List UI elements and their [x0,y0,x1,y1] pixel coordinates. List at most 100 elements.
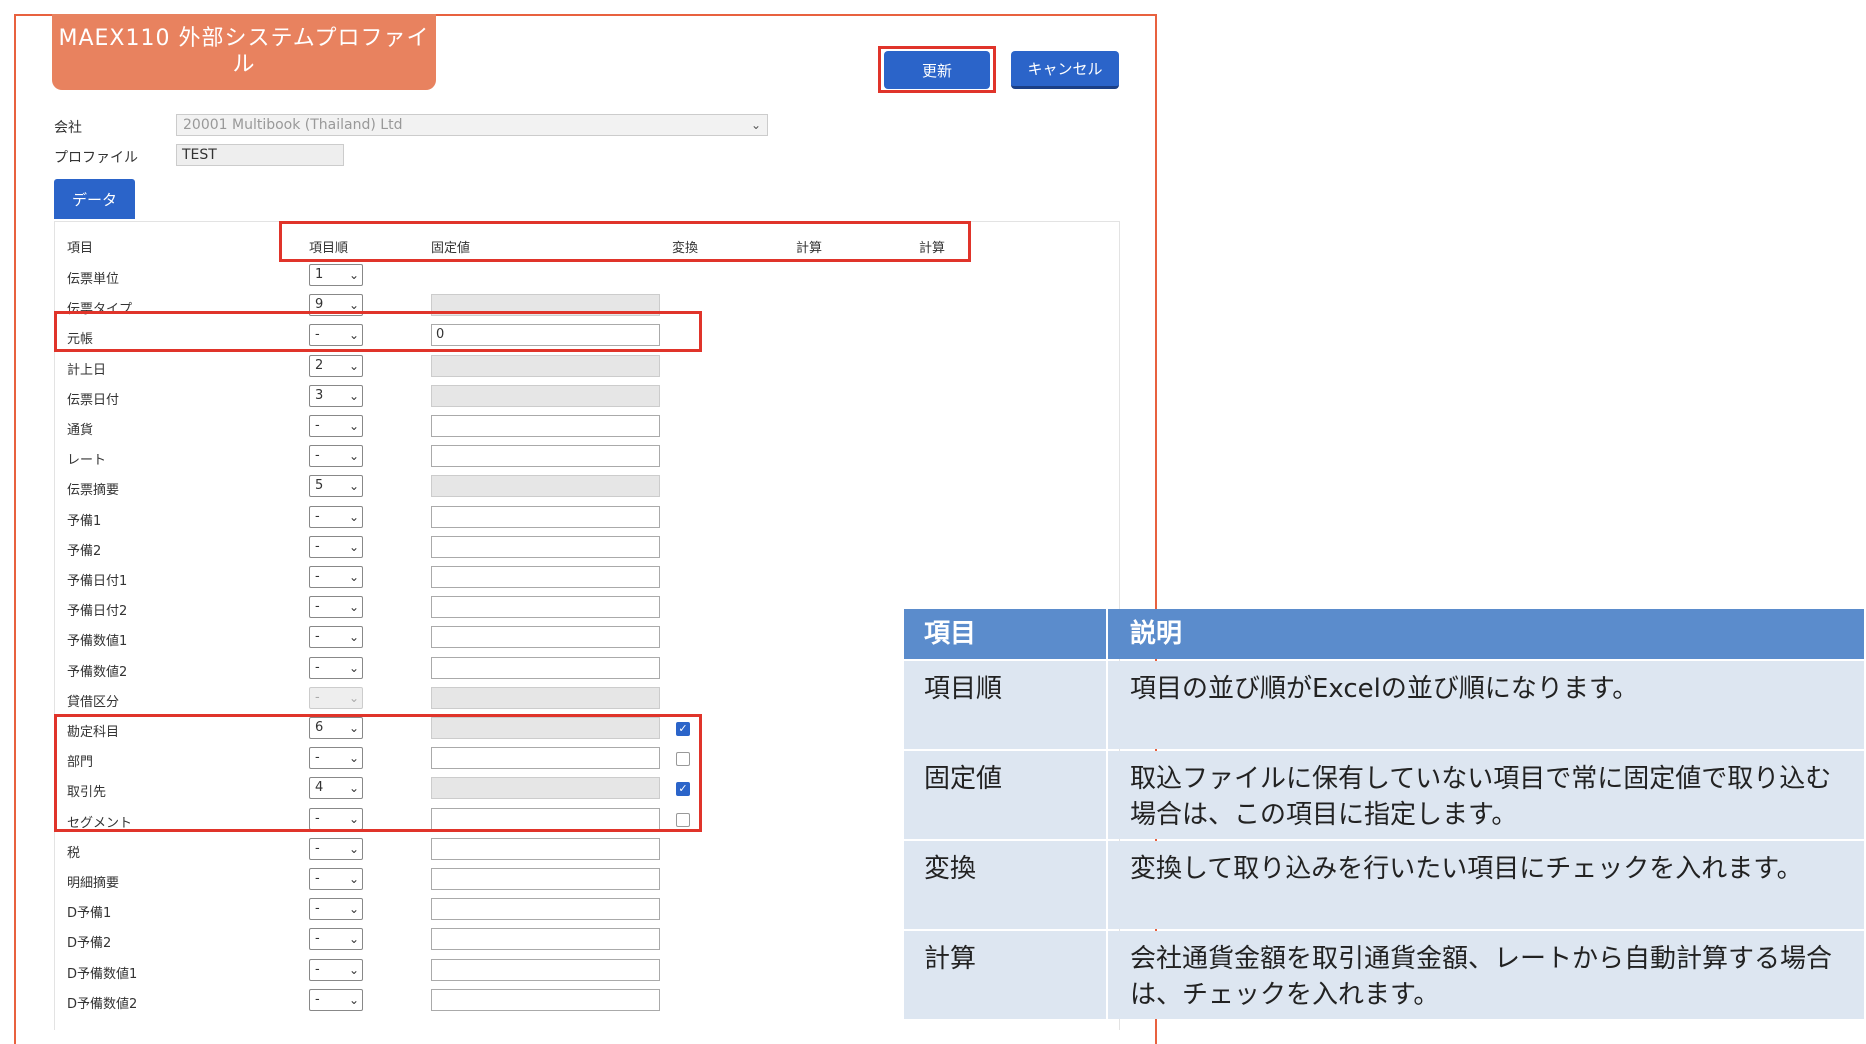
table-row: 伝票日付 3 ⌄ [54,382,714,412]
row-label: D予備数値1 [67,966,138,982]
table-row: 予備1- ⌄ [54,503,714,533]
order-value: - [315,569,320,584]
table-row: 予備日付1- ⌄ [54,563,714,593]
fixed-value-input[interactable] [431,988,660,1011]
table-row: 予備2- ⌄ [54,533,714,563]
fixed-value-input [431,475,660,498]
chevron-down-icon: ⌄ [348,479,359,494]
explanation-header-item: 項目 [904,609,1106,659]
row-label: 伝票日付 [67,392,120,408]
row-label: 予備数値2 [67,664,128,680]
chevron-down-icon: ⌄ [348,932,359,947]
table-row: 計上日 2 ⌄ [54,352,714,382]
chevron-down-icon: ⌄ [750,118,761,132]
row-label: D予備2 [67,936,112,952]
company-value: 20001 Multibook (Thailand) Ltd [183,117,403,133]
chevron-down-icon: ⌄ [348,962,359,977]
page-title: MAEX110 外部システムプロファイル [52,14,436,90]
fixed-value-input[interactable] [431,837,660,860]
order-select[interactable]: - ⌄ [309,837,363,860]
table-row: 予備数値2 - ⌄ [54,654,714,684]
order-select[interactable]: - ⌄ [309,958,363,981]
order-value: - [315,931,320,947]
fixed-value-input[interactable] [431,928,660,951]
row-label: 予備日付2 [67,604,128,620]
table-row: 通貨 - ⌄ [54,412,714,442]
explanation-item: 変換 [904,841,1106,929]
order-value: 3 [315,387,324,403]
explanation-header-desc: 説明 [1108,609,1864,659]
fixed-value-input[interactable] [431,415,660,437]
order-select[interactable]: - ⌄ [309,415,363,437]
table-row: 予備日付2- ⌄ [54,593,714,623]
order-select[interactable]: - ⌄ [309,505,363,528]
row-label: 計上日 [67,362,107,378]
company-select[interactable]: 20001 Multibook (Thailand) Ltd ⌄ [176,114,768,136]
profile-label: プロファイル [54,150,138,166]
order-value: - [315,508,320,524]
order-select[interactable]: 2 ⌄ [309,354,363,377]
chevron-down-icon: ⌄ [348,268,359,282]
order-select[interactable]: - ⌄ [309,626,363,649]
order-select: - ⌄ [309,686,363,709]
chevron-down-icon: ⌄ [348,600,359,615]
chevron-down-icon: ⌄ [348,570,359,584]
company-label: 会社 [54,120,82,136]
order-select[interactable]: - ⌄ [309,868,363,890]
table-row: D予備1 - ⌄ [54,895,714,925]
table-row: D予備数値2 - ⌄ [54,986,714,1016]
order-value: 2 [315,357,324,373]
fixed-value-input[interactable] [431,898,660,921]
order-value: - [315,599,320,615]
fixed-value-input [431,354,660,377]
row-label: 伝票摘要 [67,483,120,499]
order-value: - [315,659,320,675]
explanation-item: 項目順 [904,661,1106,749]
row-label: D予備1 [67,906,112,922]
order-select[interactable]: 5 ⌄ [309,475,363,498]
chevron-down-icon: ⌄ [348,539,359,554]
fixed-value-input[interactable] [431,566,660,588]
table-row: 貸借区分 - ⌄ [54,684,714,714]
row-label: 予備日付1 [67,574,128,589]
header-item: 項目 [67,241,94,256]
chevron-down-icon: ⌄ [348,630,359,645]
chevron-down-icon: ⌄ [348,992,359,1007]
fixed-value-input[interactable] [431,868,660,890]
explanation-desc: 取込ファイルに保有していない項目で常に固定値で取り込む場合は、この項目に指定しま… [1108,751,1864,839]
order-select[interactable]: 3 ⌄ [309,384,363,407]
fixed-value-input[interactable] [431,535,660,558]
order-value: 1 [315,267,324,282]
update-button-highlight [878,46,996,93]
order-select[interactable]: - ⌄ [309,898,363,921]
order-select[interactable]: - ⌄ [309,566,363,588]
order-select[interactable]: 1 ⌄ [309,264,363,286]
table-row: 税 - ⌄ [54,835,714,865]
fixed-value-input[interactable] [431,505,660,528]
order-select[interactable]: - ⌄ [309,928,363,951]
row-label: 税 [67,845,81,861]
order-select[interactable]: - ⌄ [309,656,363,679]
fixed-value-input[interactable] [431,596,660,619]
chevron-down-icon: ⌄ [348,449,359,464]
order-value: 9 [315,297,324,313]
fixed-value-input[interactable] [431,445,660,468]
order-select[interactable]: - ⌄ [309,988,363,1011]
row-label: 明細摘要 [67,876,120,891]
profile-field: TEST [176,144,344,166]
order-value: - [315,448,320,464]
tab-data[interactable]: データ [54,179,135,219]
table-row: D予備2- ⌄ [54,925,714,955]
order-select[interactable]: - ⌄ [309,535,363,558]
table-row: 伝票摘要 5 ⌄ [54,472,714,502]
order-value: - [315,901,320,917]
cancel-button[interactable]: キャンセル [1011,51,1119,89]
order-select[interactable]: - ⌄ [309,596,363,619]
order-select[interactable]: - ⌄ [309,445,363,468]
row-label: D予備数値2 [67,996,138,1012]
chevron-down-icon: ⌄ [348,388,359,403]
fixed-value-input[interactable] [431,958,660,981]
fixed-value-input[interactable] [431,626,660,649]
fixed-value-input[interactable] [431,656,660,679]
row-label: 伝票単位 [67,272,120,287]
